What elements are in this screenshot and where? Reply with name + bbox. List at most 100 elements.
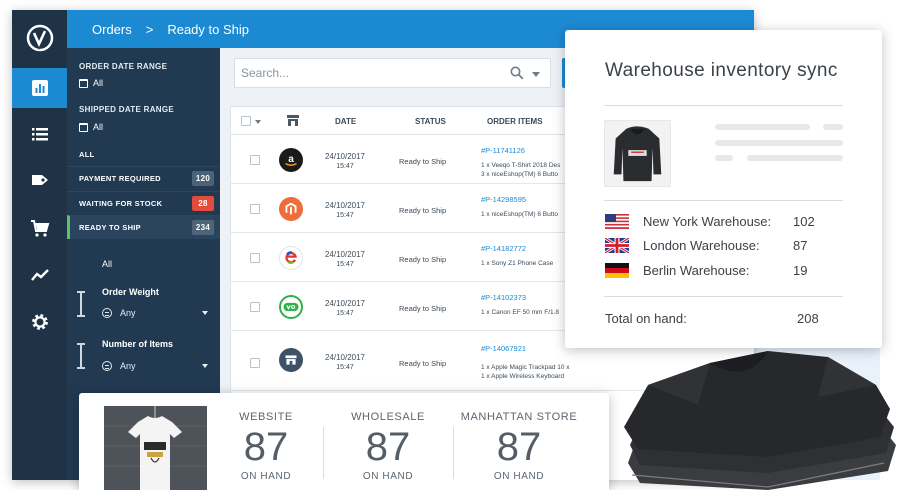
row-checkbox[interactable] (250, 358, 260, 368)
filter-payment-required[interactable]: PAYMENT REQUIRED 120 (67, 166, 220, 190)
store-icon (279, 348, 303, 372)
date-text: 24/10/2017 (324, 353, 366, 362)
order-id-link[interactable]: #P-14067921 (481, 344, 526, 353)
order-items: 1 x Apple Magic Trackpad 10 x 1 x Apple W… (481, 363, 570, 381)
order-date: 24/10/2017 15:47 (321, 353, 369, 373)
divider (604, 105, 843, 106)
warehouse-qty: 102 (793, 213, 815, 229)
chevron-down-icon (202, 311, 208, 315)
num-items-select[interactable]: Any (102, 357, 212, 375)
cart-icon (30, 220, 49, 237)
search-icon[interactable] (510, 66, 524, 80)
stock-column-website: WEBSITE 87 ON HAND (201, 411, 331, 482)
calendar-icon (79, 122, 88, 132)
chevron-down-icon[interactable] (255, 120, 261, 124)
num-items-label: Number of Items (102, 339, 174, 349)
nav-orders[interactable] (12, 114, 67, 154)
hoodie-product-image (604, 120, 671, 187)
time-text: 15:47 (336, 261, 354, 268)
date-text: 24/10/2017 (324, 299, 366, 308)
filter-ready-to-ship[interactable]: READY TO SHIP 234 (67, 215, 220, 239)
order-date-picker[interactable]: All (79, 78, 103, 88)
stock-column-wholesale: WHOLESALE 87 ON HAND (323, 411, 453, 482)
nav-reports[interactable] (12, 255, 67, 295)
sub-filter-all[interactable]: All (102, 259, 112, 269)
placeholder-bar (715, 140, 843, 146)
col-date[interactable]: DATE (335, 117, 356, 126)
order-date: 24/10/2017 15:47 (321, 152, 369, 172)
shipped-date-label: SHIPPED DATE RANGE (79, 105, 175, 114)
order-id-link[interactable]: #P-11741126 (481, 146, 525, 155)
order-items: 1 x niceEshop(TM) 6 Butto (481, 210, 558, 219)
row-checkbox[interactable] (250, 155, 260, 165)
total-label: Total on hand: (605, 311, 687, 326)
order-date: 24/10/2017 15:47 (321, 201, 369, 221)
filter-all[interactable]: ALL (67, 142, 220, 166)
shipped-date-picker[interactable]: All (79, 122, 103, 132)
order-status: Ready to Ship (399, 206, 447, 215)
search-bar[interactable]: Search... (234, 58, 551, 88)
warehouse-name: New York Warehouse: (643, 213, 772, 229)
item-line: 1 x Canon EF 50 mm F/1.8 (481, 309, 560, 316)
placeholder-bar (747, 155, 843, 161)
col-order-items[interactable]: ORDER ITEMS (487, 117, 543, 126)
divider (604, 200, 843, 201)
date-text: 24/10/2017 (324, 250, 366, 259)
stage: ORDER DATE RANGE All SHIPPED DATE RANGE … (0, 0, 900, 490)
channel-label: WHOLESALE (351, 411, 425, 423)
warehouse-row: New York Warehouse: 102 (605, 212, 845, 230)
breadcrumb-current: Ready to Ship (167, 21, 249, 37)
nav-settings[interactable] (12, 302, 67, 342)
filter-label: WAITING FOR STOCK (79, 199, 163, 208)
num-items-value: Any (120, 361, 136, 371)
search-input[interactable]: Search... (241, 66, 289, 80)
item-line: 3 x niceEshop(TM) 6 Butto (481, 171, 558, 178)
row-checkbox[interactable] (250, 253, 260, 263)
warehouse-row: London Warehouse: 87 (605, 236, 845, 254)
filter-waiting-for-stock[interactable]: WAITING FOR STOCK 28 (67, 191, 220, 215)
order-status: Ready to Ship (399, 359, 447, 368)
col-status[interactable]: STATUS (415, 117, 446, 126)
order-id-link[interactable]: #P-14102373 (481, 293, 526, 302)
sync-card-title: Warehouse inventory sync (605, 60, 838, 81)
range-handle (77, 315, 85, 317)
nav-products[interactable] (12, 160, 67, 200)
veeqo-logo[interactable] (26, 24, 54, 52)
amazon-icon: a (279, 148, 303, 172)
order-id-link[interactable]: #P-14298595 (481, 195, 526, 204)
de-flag-icon (605, 262, 629, 278)
order-status: Ready to Ship (399, 157, 447, 166)
search-dropdown-icon[interactable] (532, 72, 540, 77)
order-items: 1 x Canon EF 50 mm F/1.8 (481, 308, 559, 317)
total-row: Total on hand: 208 (605, 311, 845, 326)
stock-count: 87 (243, 425, 289, 469)
vend-icon (279, 295, 303, 319)
order-weight-value: Any (120, 308, 136, 318)
on-hand-label: ON HAND (362, 471, 414, 482)
placeholder-bar (823, 124, 843, 130)
stock-column-manhattan-store: MANHATTAN STORE 87 ON HAND (454, 411, 584, 482)
trend-icon (30, 269, 49, 281)
channel-label: MANHATTAN STORE (460, 411, 578, 423)
svg-text:a: a (288, 154, 294, 165)
tshirt-product-image (104, 406, 207, 490)
row-checkbox[interactable] (250, 204, 260, 214)
warehouse-name: London Warehouse: (643, 237, 760, 253)
breadcrumb-orders[interactable]: Orders (92, 22, 132, 37)
order-weight-select[interactable]: Any (102, 304, 212, 322)
order-date-value: All (93, 78, 104, 88)
order-id-link[interactable]: #P-14182772 (481, 244, 526, 253)
magento-icon (279, 197, 303, 221)
ebay-icon (279, 246, 303, 270)
equals-icon (102, 308, 112, 318)
item-line: 1 x Veeqo T-Shirt 2018 Des (481, 162, 561, 169)
nav-purchasing[interactable] (12, 208, 67, 248)
item-line: 1 x niceEshop(TM) 6 Butto (481, 211, 558, 218)
nav-dashboard[interactable] (12, 68, 67, 108)
filter-label: READY TO SHIP (79, 223, 141, 232)
select-all-checkbox[interactable] (241, 116, 251, 126)
breadcrumb-separator: > (145, 21, 154, 37)
row-checkbox[interactable] (250, 302, 260, 312)
filter-all-label: ALL (79, 149, 95, 159)
stock-count: 87 (365, 425, 411, 469)
